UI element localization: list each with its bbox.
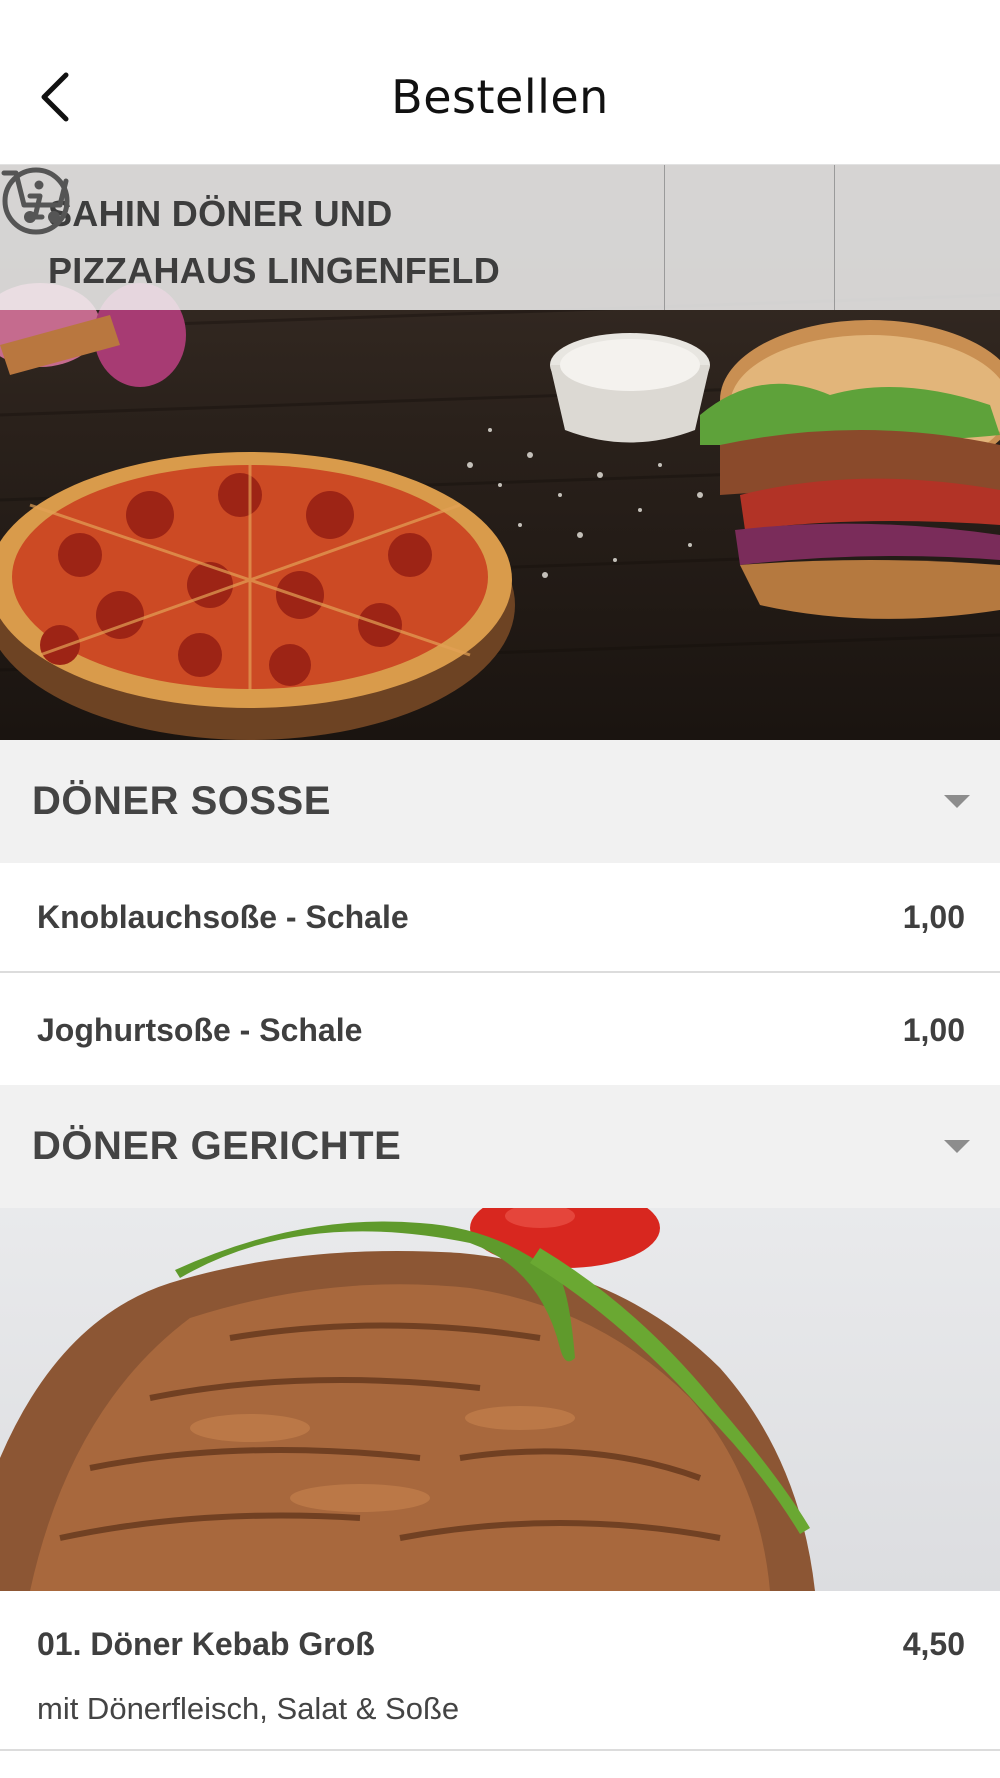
menu-item-joghurtsosse[interactable]: Joghurtsoße - Schale 1,00	[0, 975, 1000, 1085]
category-header-doener-sosse[interactable]: DÖNER SOSSE	[0, 740, 1000, 863]
item-price: 1,00	[902, 898, 965, 935]
product-header: 01. Döner Kebab Groß 4,50	[37, 1626, 965, 1663]
cart-icon	[1, 170, 69, 223]
caret-down-icon	[944, 1140, 970, 1153]
restaurant-name: SAHIN DÖNER UND PIZZAHAUS LINGENFELD	[0, 165, 664, 310]
item-description: mit Dönerfleisch, Salat & Soße	[37, 1691, 460, 1726]
cart-button[interactable]	[1, 165, 1000, 310]
item-name: Joghurtsoße - Schale	[37, 1011, 363, 1048]
item-name: 01. Döner Kebab Groß	[37, 1626, 375, 1662]
category-label: DÖNER SOSSE	[32, 779, 331, 823]
category-header-doener-gerichte[interactable]: DÖNER GERICHTE	[0, 1085, 1000, 1208]
item-price: 1,00	[902, 1011, 965, 1048]
restaurant-info-button[interactable]	[2, 165, 834, 310]
caret-down-icon	[944, 795, 970, 808]
restaurant-name-line-2: PIZZAHAUS LINGENFELD	[48, 250, 500, 291]
order-page: Bestellen SAHIN DÖNER UND PIZZAHAUS LING…	[0, 0, 1000, 1778]
item-name: Knoblauchsoße - Schale	[37, 898, 409, 935]
doener-meat-image	[0, 1208, 815, 1591]
menu-item-doener-kebab-gross[interactable]: 01. Döner Kebab Groß 4,50 mit Dönerfleis…	[0, 1591, 1000, 1751]
page-title: Bestellen	[391, 70, 609, 124]
category-label: DÖNER GERICHTE	[32, 1124, 402, 1168]
item-price: 4,50	[902, 1626, 965, 1662]
restaurant-header-bar: SAHIN DÖNER UND PIZZAHAUS LINGENFELD	[0, 165, 1000, 310]
menu-item-knoblauchsosse[interactable]: Knoblauchsoße - Schale 1,00	[0, 863, 1000, 973]
restaurant-hero-banner: SAHIN DÖNER UND PIZZAHAUS LINGENFELD	[0, 165, 1000, 740]
restaurant-name-line-1: SAHIN DÖNER UND	[48, 193, 393, 234]
doener-kebab-photo[interactable]	[0, 1208, 1000, 1591]
top-navigation-bar: Bestellen	[0, 0, 1000, 165]
